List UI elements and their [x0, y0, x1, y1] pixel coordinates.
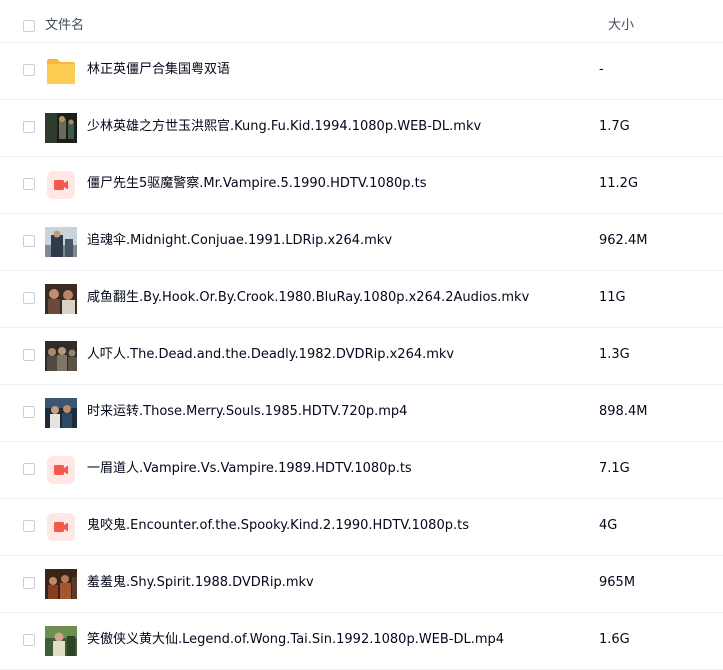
- file-row[interactable]: 僵尸先生5驱魔警察.Mr.Vampire.5.1990.HDTV.1080p.t…: [0, 157, 723, 214]
- file-name[interactable]: 咸鱼翻生.By.Hook.Or.By.Crook.1980.BluRay.108…: [87, 289, 529, 307]
- file-name[interactable]: 人吓人.The.Dead.and.the.Deadly.1982.DVDRip.…: [87, 346, 454, 364]
- file-size: 1.6G: [599, 632, 630, 647]
- row-checkbox[interactable]: [23, 406, 35, 418]
- video-thumbnail: [45, 398, 77, 428]
- video-thumbnail: [45, 227, 77, 257]
- select-all-checkbox[interactable]: [23, 20, 35, 32]
- file-name[interactable]: 羞羞鬼.Shy.Spirit.1988.DVDRip.mkv: [87, 574, 314, 592]
- file-size: 962.4M: [599, 233, 648, 248]
- file-row[interactable]: 少林英雄之方世玉洪熙官.Kung.Fu.Kid.1994.1080p.WEB-D…: [0, 100, 723, 157]
- video-file-icon: [47, 513, 75, 541]
- video-file-icon: [47, 456, 75, 484]
- file-row[interactable]: 羞羞鬼.Shy.Spirit.1988.DVDRip.mkv 965M: [0, 556, 723, 613]
- file-name[interactable]: 笑傲侠义黄大仙.Legend.of.Wong.Tai.Sin.1992.1080…: [87, 631, 504, 649]
- file-row[interactable]: 一眉道人.Vampire.Vs.Vampire.1989.HDTV.1080p.…: [0, 442, 723, 499]
- column-header-size[interactable]: 大小: [608, 17, 634, 35]
- row-checkbox[interactable]: [23, 577, 35, 589]
- file-name[interactable]: 一眉道人.Vampire.Vs.Vampire.1989.HDTV.1080p.…: [87, 460, 412, 478]
- row-checkbox[interactable]: [23, 178, 35, 190]
- row-checkbox[interactable]: [23, 520, 35, 532]
- file-size: 1.3G: [599, 347, 630, 362]
- row-checkbox[interactable]: [23, 634, 35, 646]
- file-name[interactable]: 林正英僵尸合集国粤双语: [87, 61, 230, 79]
- file-row[interactable]: 追魂伞.Midnight.Conjuae.1991.LDRip.x264.mkv…: [0, 214, 723, 271]
- file-size: 11G: [599, 290, 626, 305]
- video-thumbnail: [45, 626, 77, 656]
- file-name[interactable]: 追魂伞.Midnight.Conjuae.1991.LDRip.x264.mkv: [87, 232, 392, 250]
- video-thumbnail: [45, 284, 77, 314]
- row-checkbox[interactable]: [23, 64, 35, 76]
- file-name[interactable]: 僵尸先生5驱魔警察.Mr.Vampire.5.1990.HDTV.1080p.t…: [87, 175, 427, 193]
- file-list: 文件名 大小 林正英僵尸合集国粤双语 - 少林英雄之方世玉洪熙官.Kung.Fu…: [0, 0, 723, 670]
- video-thumbnail: [45, 569, 77, 599]
- file-row[interactable]: 笑傲侠义黄大仙.Legend.of.Wong.Tai.Sin.1992.1080…: [0, 613, 723, 670]
- file-name[interactable]: 少林英雄之方世玉洪熙官.Kung.Fu.Kid.1994.1080p.WEB-D…: [87, 118, 481, 136]
- file-row[interactable]: 林正英僵尸合集国粤双语 -: [0, 43, 723, 100]
- file-size: 7.1G: [599, 461, 630, 476]
- row-checkbox[interactable]: [23, 463, 35, 475]
- file-size: 898.4M: [599, 404, 648, 419]
- row-checkbox[interactable]: [23, 349, 35, 361]
- file-row[interactable]: 鬼咬鬼.Encounter.of.the.Spooky.Kind.2.1990.…: [0, 499, 723, 556]
- video-file-icon: [47, 171, 75, 199]
- row-checkbox[interactable]: [23, 235, 35, 247]
- row-checkbox[interactable]: [23, 121, 35, 133]
- file-size: 11.2G: [599, 176, 639, 191]
- file-list-header: 文件名 大小: [0, 0, 723, 43]
- file-size: 4G: [599, 518, 618, 533]
- file-size: -: [599, 62, 604, 77]
- video-thumbnail: [45, 113, 77, 143]
- file-row[interactable]: 人吓人.The.Dead.and.the.Deadly.1982.DVDRip.…: [0, 328, 723, 385]
- file-size: 965M: [599, 575, 636, 590]
- file-size: 1.7G: [599, 119, 630, 134]
- row-checkbox[interactable]: [23, 292, 35, 304]
- video-thumbnail: [45, 341, 77, 371]
- column-header-name[interactable]: 文件名: [45, 17, 84, 35]
- file-name[interactable]: 鬼咬鬼.Encounter.of.the.Spooky.Kind.2.1990.…: [87, 517, 469, 535]
- folder-icon: [45, 57, 77, 85]
- file-name[interactable]: 时来运转.Those.Merry.Souls.1985.HDTV.720p.mp…: [87, 403, 407, 421]
- file-row[interactable]: 咸鱼翻生.By.Hook.Or.By.Crook.1980.BluRay.108…: [0, 271, 723, 328]
- file-row[interactable]: 时来运转.Those.Merry.Souls.1985.HDTV.720p.mp…: [0, 385, 723, 442]
